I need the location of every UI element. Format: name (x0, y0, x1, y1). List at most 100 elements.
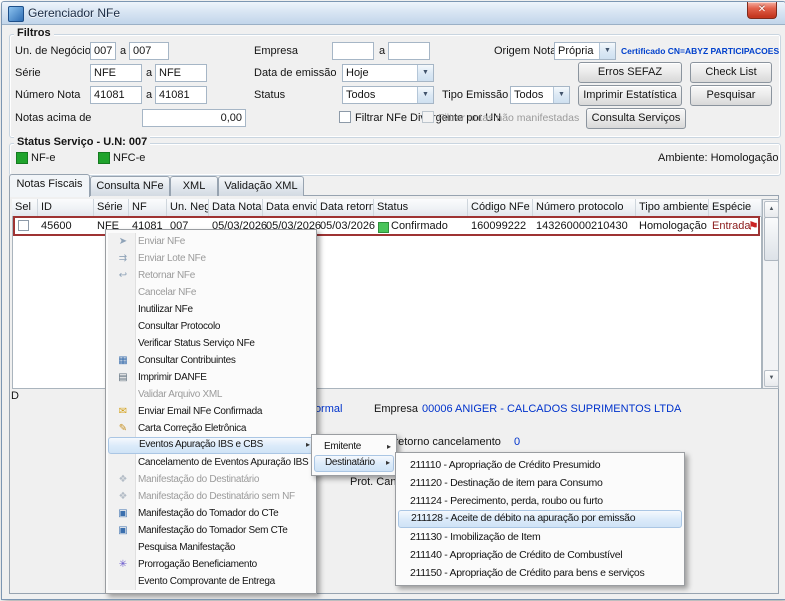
submenu-item-211110[interactable]: 211110 - Apropriação de Crédito Presumid… (398, 456, 682, 474)
menu-item-cancelamento-eventos-apuracao-ibs-cbs[interactable]: Cancelamento de Eventos Apuração IBS e C… (108, 454, 314, 471)
column-header-un-neg[interactable]: Un. Neg. (167, 199, 209, 217)
dropdown-arrow-icon: ▼ (599, 43, 615, 59)
consulta-servicos-button[interactable]: Consulta Serviços (586, 108, 686, 129)
tab-xml[interactable]: XML (170, 176, 218, 196)
status-select[interactable]: Todos ▼ (342, 86, 434, 104)
status-servico-group-label: Status Serviço - U.N: 007 (14, 136, 150, 148)
column-header-tipo-ambiente[interactable]: Tipo ambiente (636, 199, 709, 217)
menu-item-eventos-apuracao-ibs-cbs[interactable]: Eventos Apuração IBS e CBS ▸ (108, 437, 314, 454)
origem-nota-select[interactable]: Própria ▼ (554, 42, 616, 60)
menu-item-label: Validar Arquivo XML (138, 389, 222, 400)
serie-to-input[interactable]: NFE (155, 64, 207, 82)
data-emissao-label: Data de emissão (254, 67, 337, 79)
row-select-checkbox[interactable] (18, 220, 29, 231)
manifest-icon: ❖ (114, 488, 132, 505)
submenu-item-destinatario[interactable]: Destinatário ▸ (314, 455, 394, 472)
menu-item-pesquisa-manifestacao[interactable]: Pesquisa Manifestação (108, 539, 314, 556)
menu-item-prorrogacao-beneficiamento[interactable]: ✳ Prorrogação Beneficiamento (108, 556, 314, 573)
menu-item-label: Verificar Status Serviço NFe (138, 338, 255, 349)
column-header-nf[interactable]: NF (129, 199, 167, 217)
column-header-id[interactable]: ID (38, 199, 94, 217)
menu-item-consultar-protocolo[interactable]: Consultar Protocolo (108, 318, 314, 335)
submenu-item-emitente[interactable]: Emitente ▸ (314, 438, 394, 455)
menu-item-carta-correcao-eletronica[interactable]: ✎ Carta Correção Eletrônica (108, 420, 314, 437)
menu-item-label: Consultar Contribuintes (138, 355, 236, 366)
menu-item-cancelar-nfe[interactable]: Cancelar NFe (108, 284, 314, 301)
eventos-submenu: Emitente ▸ Destinatário ▸ (311, 434, 397, 476)
menu-item-imprimir-danfe[interactable]: ▤ Imprimir DANFE (108, 369, 314, 386)
menu-item-consultar-contribuintes[interactable]: ▦ Consultar Contribuintes (108, 352, 314, 369)
notas-acima-input[interactable]: 0,00 (142, 109, 246, 127)
data-emissao-select[interactable]: Hoje ▼ (342, 64, 434, 82)
column-header-sel[interactable]: Sel (12, 199, 38, 217)
submenu-item-211150[interactable]: 211150 - Apropriação de Crédito para ben… (398, 564, 682, 582)
menu-item-label: Enviar NFe (138, 236, 185, 247)
column-header-status[interactable]: Status (374, 199, 468, 217)
submenu-item-211120[interactable]: 211120 - Destinação de item para Consumo (398, 474, 682, 492)
menu-item-enviar-nfe[interactable]: ➤ Enviar NFe (108, 233, 314, 250)
menu-item-retornar-nfe[interactable]: ↩ Retornar NFe (108, 267, 314, 284)
menu-item-inutilizar-nfe[interactable]: Inutilizar NFe (108, 301, 314, 318)
close-icon[interactable]: ✕ (747, 2, 777, 19)
destinatario-eventos-submenu: 211110 - Apropriação de Crédito Presumid… (395, 452, 685, 586)
menu-item-enviar-lote-nfe[interactable]: ⇉ Enviar Lote NFe (108, 250, 314, 267)
tab-notas-fiscais[interactable]: Notas Fiscais (9, 174, 90, 197)
menu-item-label: Manifestação do Tomador Sem CTe (138, 525, 288, 536)
check-list-button[interactable]: Check List (690, 62, 772, 83)
menu-item-label: Manifestação do Destinatário (138, 474, 259, 485)
column-header-numero-protocolo[interactable]: Número protocolo (533, 199, 636, 217)
tab-validacao-xml[interactable]: Validação XML (218, 176, 304, 196)
menu-item-enviar-email-nfe-confirmada[interactable]: ✉ Enviar Email NFe Confirmada (108, 403, 314, 420)
serie-from-input[interactable]: NFE (90, 64, 142, 82)
empresa-from-input[interactable] (332, 42, 374, 60)
un-negocio-to-input[interactable]: 007 (129, 42, 169, 60)
cte-icon: ▣ (114, 522, 132, 539)
numero-nota-from-input[interactable]: 41081 (90, 86, 142, 104)
imprimir-estatistica-button[interactable]: Imprimir Estatística (578, 85, 682, 106)
send-batch-icon: ⇉ (114, 250, 132, 267)
menu-item-evento-comprovante-entrega[interactable]: Evento Comprovante de Entrega (108, 573, 314, 590)
submenu-item-211128[interactable]: 211128 - Aceite de débito na apuração po… (398, 510, 682, 528)
submenu-item-211140[interactable]: 211140 - Apropriação de Crédito de Combu… (398, 546, 682, 564)
menu-item-label: Eventos Apuração IBS e CBS (139, 439, 263, 450)
filtrar-nao-manifestadas-label: Filtrar notas não manifestadas (438, 112, 579, 124)
empresa-to-input[interactable] (388, 42, 430, 60)
filtrar-divergente-checkbox[interactable] (339, 111, 351, 123)
column-header-data-retorno[interactable]: Data retorno (317, 199, 374, 217)
title-bar[interactable]: Gerenciador NFe ✕ (2, 2, 785, 25)
origem-nota-value: Própria (558, 45, 593, 57)
numero-nota-to-input[interactable]: 41081 (155, 86, 207, 104)
menu-item-label: Enviar Email NFe Confirmada (138, 406, 262, 417)
status-value: Todos (346, 89, 375, 101)
column-header-data-envio[interactable]: Data envio (263, 199, 317, 217)
menu-item-manifestacao-tomador-cte[interactable]: ▣ Manifestação do Tomador do CTe (108, 505, 314, 522)
filtrar-nao-manifestadas-checkbox[interactable] (422, 111, 434, 123)
submenu-item-211130[interactable]: 211130 - Imobilização de Item (398, 528, 682, 546)
scroll-down-icon[interactable]: ▼ (764, 370, 779, 387)
pencil-icon: ✎ (114, 420, 132, 437)
tipo-emissao-select[interactable]: Todos ▼ (510, 86, 570, 104)
details-empresa-name: ANIGER - CALCADOS SUPRIMENTOS LTDA (455, 403, 681, 415)
grid-scrollbar[interactable]: ▲ ▼ (762, 199, 779, 389)
scrollbar-thumb[interactable] (764, 217, 779, 261)
column-header-codigo-nfe[interactable]: Código NFe (468, 199, 533, 217)
pesquisar-button[interactable]: Pesquisar (690, 85, 772, 106)
erros-sefaz-button[interactable]: Erros SEFAZ (578, 62, 682, 83)
menu-item-manifestacao-destinatario[interactable]: ❖ Manifestação do Destinatário (108, 471, 314, 488)
column-header-data-nota[interactable]: Data Nota (209, 199, 263, 217)
column-header-especie[interactable]: Espécie (709, 199, 762, 217)
menu-item-label: Cancelar NFe (138, 287, 196, 298)
nfe-status-label: NF-e (31, 152, 55, 164)
menu-item-verificar-status-servico-nfe[interactable]: Verificar Status Serviço NFe (108, 335, 314, 352)
dropdown-arrow-icon: ▼ (417, 65, 433, 81)
menu-item-manifestacao-tomador-sem-cte[interactable]: ▣ Manifestação do Tomador Sem CTe (108, 522, 314, 539)
menu-item-validar-arquivo-xml[interactable]: Validar Arquivo XML (108, 386, 314, 403)
gerenciador-nfe-window: Gerenciador NFe ✕ Filtros Un. de Negócio… (1, 1, 785, 600)
column-header-serie[interactable]: Série (94, 199, 129, 217)
menu-item-label: Enviar Lote NFe (138, 253, 206, 264)
scroll-up-icon[interactable]: ▲ (764, 201, 779, 218)
submenu-item-211124[interactable]: 211124 - Perecimento, perda, roubo ou fu… (398, 492, 682, 510)
un-negocio-from-input[interactable]: 007 (90, 42, 116, 60)
menu-item-manifestacao-destinatario-sem-nf[interactable]: ❖ Manifestação do Destinatário sem NF (108, 488, 314, 505)
tab-consulta-nfe[interactable]: Consulta NFe (90, 176, 170, 196)
